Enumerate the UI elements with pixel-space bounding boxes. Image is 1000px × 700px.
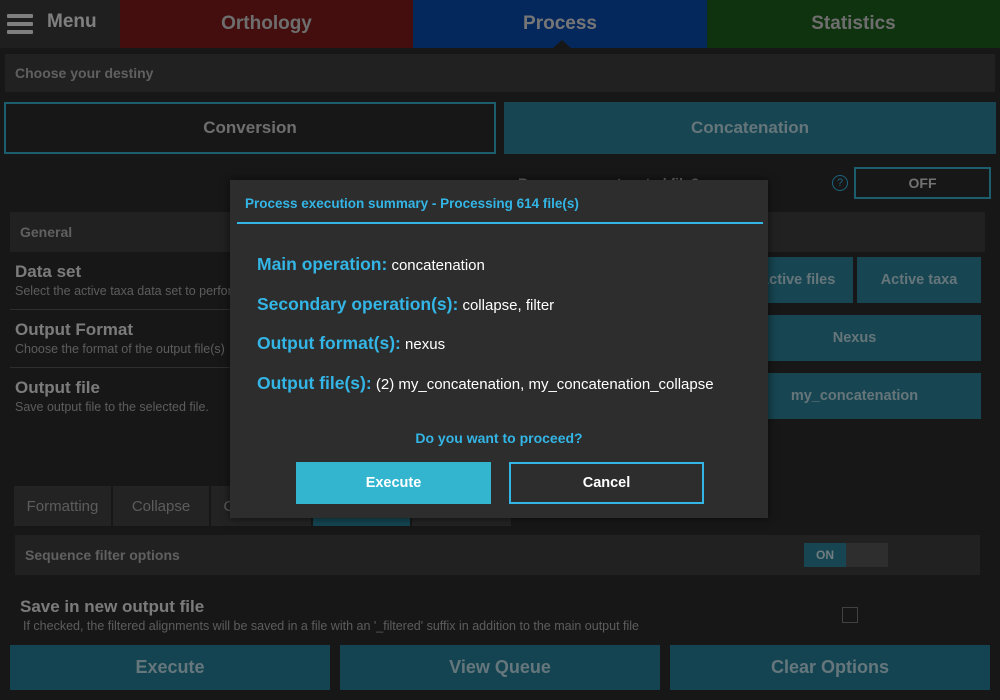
dialog-title-divider (237, 222, 763, 224)
execution-summary-dialog: Process execution summary - Processing 6… (230, 180, 768, 518)
summary-value: concatenation (391, 257, 485, 274)
secondary-operation-line: Secondary operation(s): collapse, filter (257, 294, 554, 315)
summary-key: Main operation: (257, 254, 388, 274)
summary-value: (2) my_concatenation, my_concatenation_c… (375, 376, 714, 393)
summary-key: Output file(s): (257, 373, 372, 393)
dialog-cancel-button[interactable]: Cancel (509, 462, 704, 504)
output-file-line: Output file(s): (2) my_concatenation, my… (257, 373, 714, 394)
dialog-execute-button[interactable]: Execute (296, 462, 491, 504)
summary-value: nexus (405, 336, 446, 353)
proceed-question: Do you want to proceed? (415, 430, 583, 446)
output-format-line: Output format(s): nexus (257, 333, 445, 354)
main-operation-line: Main operation: concatenation (257, 254, 485, 275)
dialog-title: Process execution summary - Processing 6… (245, 196, 579, 211)
summary-key: Output format(s): (257, 333, 401, 353)
summary-value: collapse, filter (462, 297, 555, 314)
summary-key: Secondary operation(s): (257, 294, 459, 314)
